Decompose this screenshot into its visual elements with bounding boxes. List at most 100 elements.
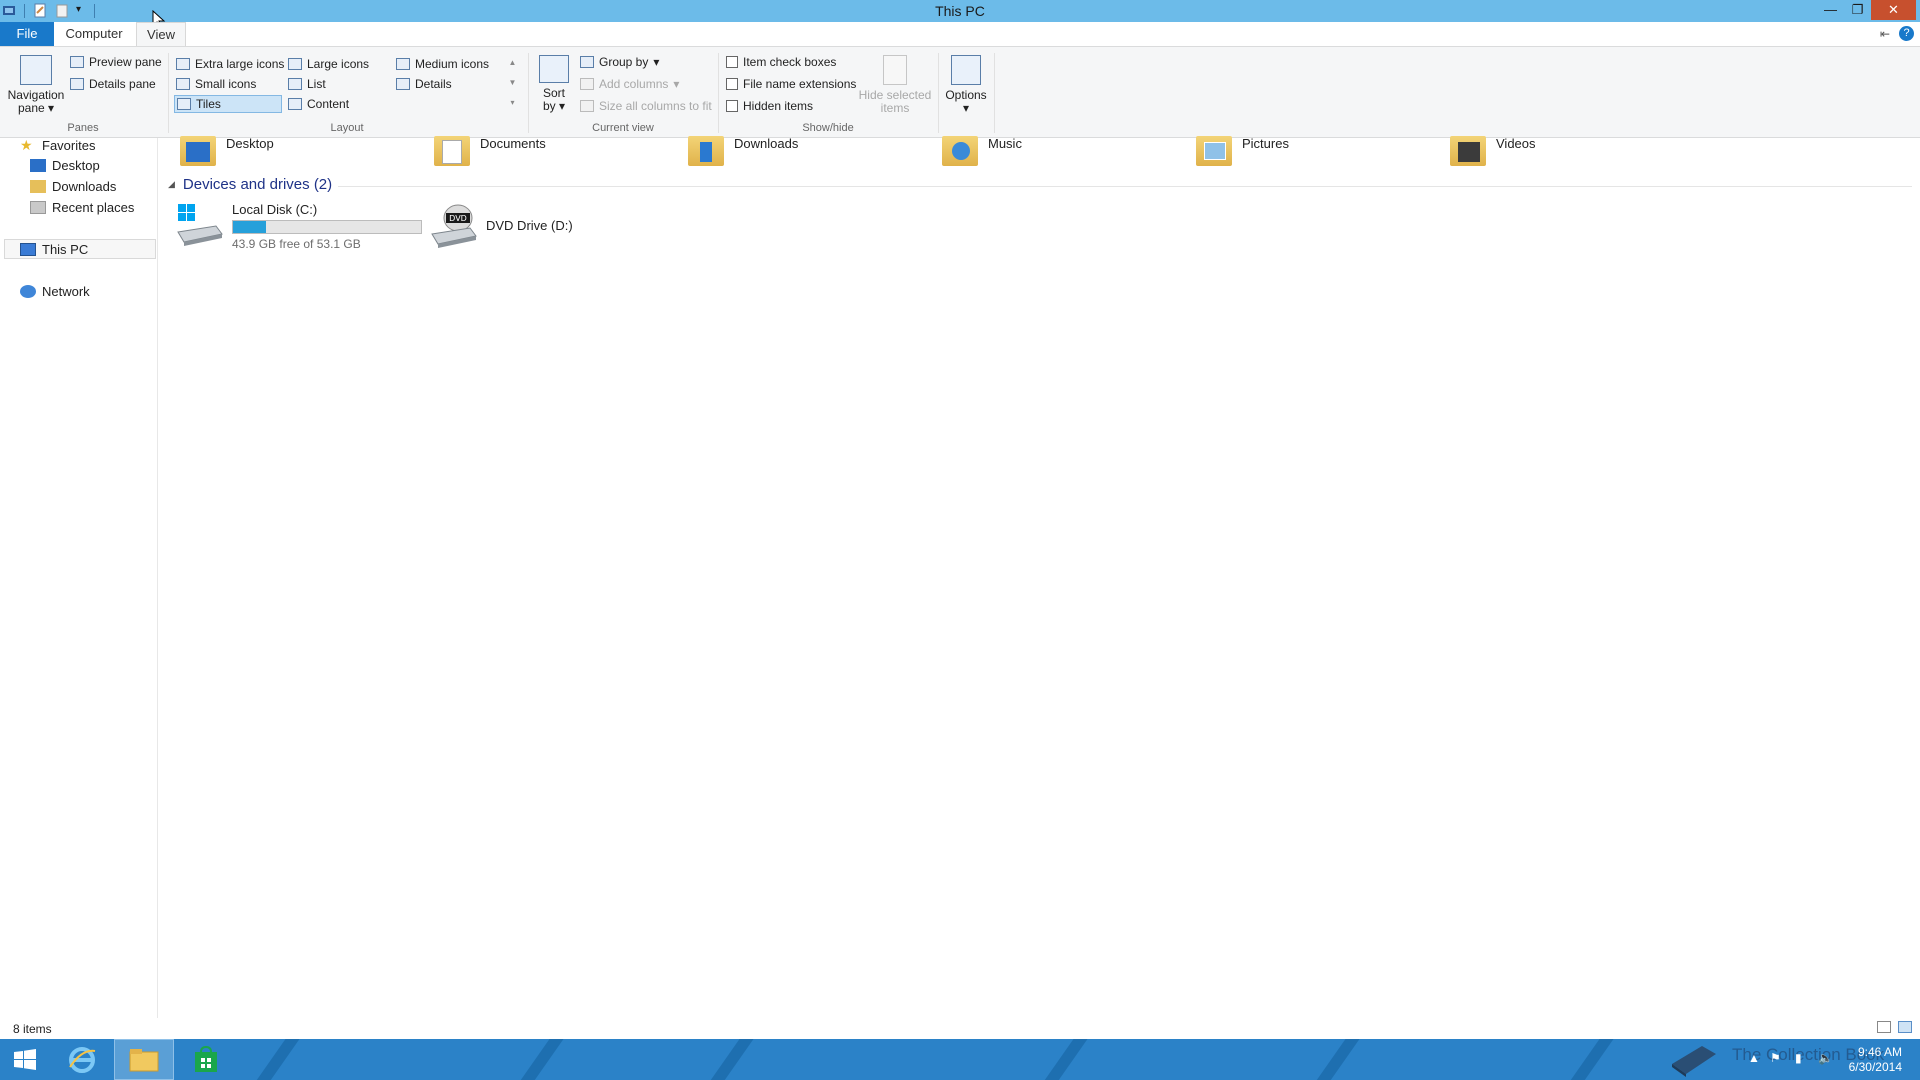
taskbar-file-explorer[interactable] [114,1039,174,1080]
details-icon [396,78,410,90]
network-tray-icon[interactable]: ▮ [1795,1051,1802,1065]
close-button[interactable]: ✕ [1871,0,1916,20]
nav-item-this-pc[interactable]: This PC [20,242,88,257]
clock-time: 9:46 AM [1857,1045,1902,1059]
options-button[interactable]: Options ▾ [942,55,990,115]
taskbar-store[interactable] [176,1039,236,1080]
minimize-button[interactable]: — [1817,0,1844,20]
group-by-button[interactable]: Group by ▾ [580,55,659,69]
folder-documents[interactable]: Documents [434,136,546,166]
add-columns-label: Add columns [599,77,669,91]
status-bar: 8 items [0,1018,1920,1038]
nav-item-recent-places[interactable]: Recent places [30,200,134,215]
nav-item-desktop[interactable]: Desktop [30,158,100,173]
star-icon: ★ [20,137,33,153]
layout-details[interactable]: Details [396,77,452,91]
layout-content[interactable]: Content [288,97,349,111]
layout-small-icons[interactable]: Small icons [176,77,256,91]
folder-videos[interactable]: Videos [1450,136,1536,166]
drive-local-disk-c[interactable]: Local Disk (C:) 43.9 GB free of 53.1 GB [176,202,422,251]
nav-item-label: Favorites [42,138,96,153]
window-title: This PC [935,3,985,19]
drive-name: Local Disk (C:) [232,202,318,217]
content-area: Desktop Documents Downloads Music Pictur… [160,136,1920,1028]
layout-item-label: Extra large icons [195,57,285,71]
nav-item-label: Downloads [52,179,117,194]
folder-documents-icon [434,136,470,166]
sort-by-button[interactable]: Sort by ▾ [536,55,572,113]
size-columns-button[interactable]: Size all columns to fit [580,99,712,113]
tab-computer[interactable]: Computer [62,22,126,46]
navigation-pane-button[interactable]: Navigation pane ▾ [6,55,66,115]
tab-file[interactable]: File [0,22,54,46]
folder-desktop[interactable]: Desktop [180,136,274,166]
show-hidden-icons-icon[interactable]: ▲ [1748,1051,1760,1065]
taskbar-clock[interactable]: 9:46 AM 6/30/2014 [1849,1045,1902,1075]
item-count: 8 items [13,1022,52,1036]
internet-explorer-icon [69,1046,96,1073]
nav-item-label: Recent places [52,200,135,215]
taskbar: The Collection Book ▲ ⚑ ▮ 🔈 9:46 AM 6/30… [0,1039,1920,1080]
hide-selected-label: Hide selected items [858,88,932,115]
folder-label: Videos [1496,136,1536,151]
layout-extra-large-icons[interactable]: Extra large icons [176,57,284,71]
file-explorer-icon [129,1048,159,1071]
book-logo-icon [1672,1046,1716,1077]
taskbar-internet-explorer[interactable] [52,1039,112,1080]
layout-scroll-down-icon[interactable]: ▼ [507,77,518,89]
folder-desktop-icon [180,136,216,166]
drive-usage-fill [233,221,266,233]
ribbon-tabs: File Computer View ⇤ ? [0,22,1920,46]
windows-logo-icon [14,1048,36,1070]
sort-by-label: Sort by [542,86,565,113]
start-button[interactable] [0,1039,50,1080]
hide-selected-items-icon [883,55,907,85]
layout-tiles[interactable]: Tiles [174,95,282,113]
large-icons-view-icon[interactable] [1898,1021,1912,1033]
nav-item-favorites[interactable]: ★ Favorites [20,138,95,153]
add-columns-button[interactable]: Add columns ▾ [580,77,679,91]
devices-section-header[interactable]: ◢ Devices and drives (2) [168,176,332,193]
pin-ribbon-icon[interactable]: ⇤ [1880,27,1890,41]
layout-item-label: List [307,77,326,91]
hidden-items-checkbox[interactable]: Hidden items [726,99,813,113]
volume-icon[interactable]: 🔈 [1818,1051,1833,1065]
folder-label: Documents [480,136,546,151]
dvd-drive-icon: DVD [430,202,478,248]
group-separator [718,53,719,133]
group-separator [528,53,529,133]
tab-view[interactable]: View [136,22,186,46]
folder-label: Downloads [734,136,799,151]
drive-dvd-d[interactable]: DVD DVD Drive (D:) [430,202,573,248]
extra-large-icons-icon [176,58,190,70]
recent-places-icon [30,201,46,214]
layout-list[interactable]: List [288,77,326,91]
restore-button[interactable]: ❐ [1844,0,1871,20]
details-view-icon[interactable] [1877,1021,1891,1033]
folder-pictures[interactable]: Pictures [1196,136,1289,166]
group-by-label: Group by [599,55,649,69]
layout-item-label: Small icons [195,77,257,91]
checkbox-icon [726,56,738,68]
drive-free-space: 43.9 GB free of 53.1 GB [232,237,361,251]
file-name-extensions-checkbox[interactable]: File name extensions [726,77,856,91]
tiles-icon [177,98,191,110]
collapse-arrow-icon[interactable]: ◢ [168,179,175,190]
checkbox-icon [726,100,738,112]
nav-item-downloads[interactable]: Downloads [30,179,116,194]
help-icon[interactable]: ? [1899,26,1914,41]
nav-item-label: Network [42,284,90,299]
details-pane-icon [70,78,84,90]
layout-large-icons[interactable]: Large icons [288,57,369,71]
folder-music[interactable]: Music [942,136,1022,166]
layout-medium-icons[interactable]: Medium icons [396,57,489,71]
layout-more-icon[interactable]: ▾ [507,97,518,109]
layout-scroll-up-icon[interactable]: ▲ [507,57,518,69]
nav-item-network[interactable]: Network [20,284,90,299]
action-center-flag-icon[interactable]: ⚑ [1770,1051,1781,1065]
hide-selected-items-button[interactable]: Hide selected items [858,55,932,115]
details-pane-button[interactable]: Details pane [70,77,156,91]
folder-downloads[interactable]: Downloads [688,136,798,166]
preview-pane-button[interactable]: Preview pane [70,55,162,69]
item-check-boxes-checkbox[interactable]: Item check boxes [726,55,836,69]
